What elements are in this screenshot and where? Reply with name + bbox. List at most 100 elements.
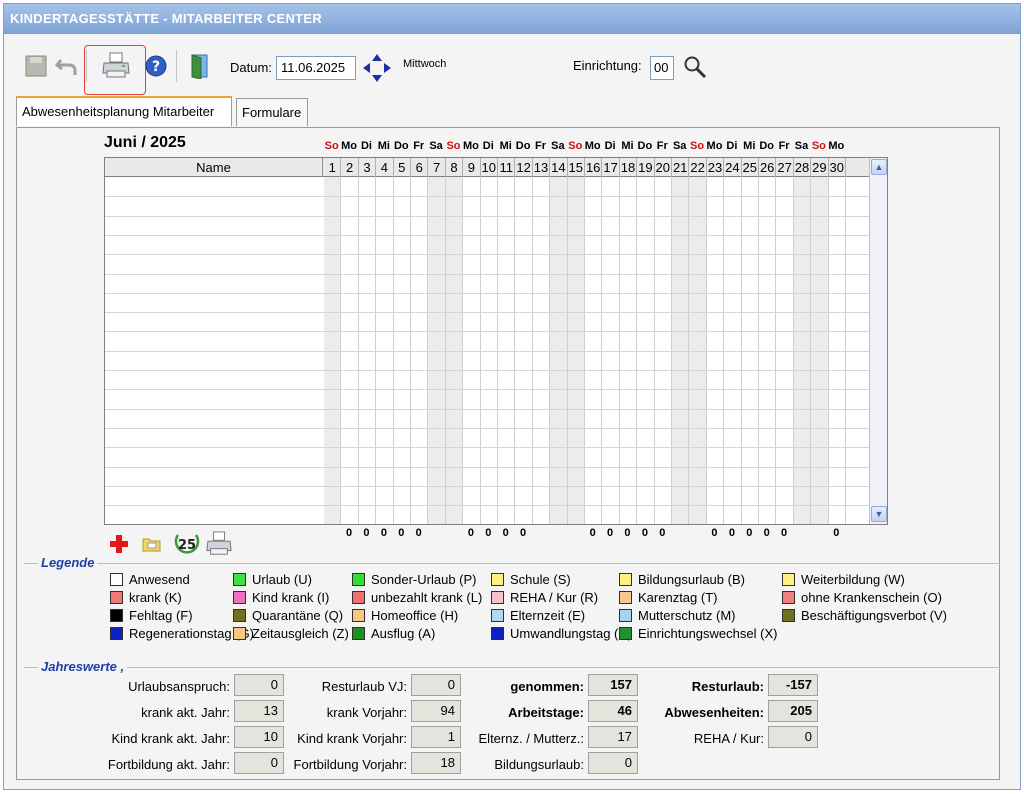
scroll-up-icon[interactable]: ▲ (871, 159, 887, 175)
facility-field[interactable]: 00 (650, 56, 674, 80)
legend-swatch (619, 573, 632, 586)
day-number-header[interactable]: 8 (446, 158, 464, 177)
day-number-header[interactable]: 6 (411, 158, 429, 177)
day-number-header[interactable]: 9 (463, 158, 481, 177)
table-row[interactable] (105, 273, 869, 275)
table-row[interactable] (105, 485, 869, 487)
weekday-label: So (690, 140, 705, 152)
date-field[interactable]: 11.06.2025 (276, 56, 356, 80)
tab-absence-planning[interactable]: Abwesenheitsplanung Mitarbeiter (16, 96, 232, 126)
legend-label: Umwandlungstag (C) (510, 626, 633, 641)
annual-divider (24, 667, 1000, 668)
weekday-label: Di (482, 140, 494, 152)
legend-swatch (352, 591, 365, 604)
print-icon[interactable] (204, 530, 234, 558)
day-number-header[interactable]: 4 (376, 158, 394, 177)
table-row[interactable] (105, 234, 869, 236)
help-icon[interactable]: ? (144, 54, 168, 78)
day-number-header[interactable]: 14 (550, 158, 568, 177)
legend-item: REHA / Kur (R) (491, 590, 598, 605)
vertical-scrollbar[interactable]: ▲ ▼ (869, 158, 887, 524)
table-row[interactable] (105, 505, 869, 507)
scroll-down-icon[interactable]: ▼ (871, 506, 887, 522)
day-number-header[interactable]: 5 (394, 158, 411, 177)
day-number-header[interactable]: 18 (620, 158, 638, 177)
day-number-header[interactable]: 24 (724, 158, 742, 177)
legend-item: ohne Krankenschein (O) (782, 590, 942, 605)
weekday-label: Sa (429, 140, 443, 152)
day-number-header[interactable]: 10 (481, 158, 498, 177)
add-icon[interactable] (107, 532, 131, 556)
day-number-header[interactable]: 29 (811, 158, 829, 177)
print-icon[interactable] (100, 51, 132, 81)
kindkrank-vj-label: Kind krank Vorjahr: (297, 731, 407, 746)
legend-item: Fehltag (F) (110, 608, 193, 623)
legend-item: Zeitausgleich (Z) (233, 626, 349, 641)
absence-grid[interactable]: Name 1 2 3 4 5 6 7 8 9 10 11 12 13 14 15 16 17 18 19 20 21 22… (104, 157, 888, 525)
day-number-header[interactable]: 3 (359, 158, 377, 177)
day-number-header[interactable]: 16 (585, 158, 603, 177)
day-number-header[interactable]: 15 (568, 158, 585, 177)
table-row[interactable] (105, 292, 869, 294)
legend-swatch (110, 591, 123, 604)
table-row[interactable] (105, 312, 869, 314)
table-row[interactable] (105, 254, 869, 256)
day-number-header[interactable]: 2 (341, 158, 359, 177)
table-row[interactable] (105, 196, 869, 198)
table-row[interactable] (105, 427, 869, 429)
legend-swatch (619, 627, 632, 640)
day-total: 0 (520, 527, 527, 539)
legend-label: Schule (S) (510, 572, 571, 587)
day-number-header[interactable]: 7 (428, 158, 446, 177)
bildungsurlaub-value: 0 (588, 752, 638, 774)
legend-swatch (233, 573, 246, 586)
resturlaub-value: -157 (768, 674, 818, 696)
table-row[interactable] (105, 389, 869, 391)
day-number-header[interactable]: 25 (742, 158, 759, 177)
table-row[interactable] (105, 370, 869, 371)
table-row[interactable] (105, 466, 869, 468)
legend-divider (24, 563, 1000, 564)
day-number-header[interactable]: 1 (324, 158, 342, 177)
save-icon[interactable] (24, 54, 48, 78)
table-row[interactable] (105, 447, 869, 449)
undo-icon[interactable] (54, 54, 80, 78)
weekday-label: Mo (341, 140, 358, 152)
name-column-header[interactable]: Name (105, 158, 323, 177)
day-total: 0 (380, 527, 387, 539)
day-total: 0 (415, 527, 422, 539)
day-number-header[interactable]: 27 (776, 158, 794, 177)
tab-forms[interactable]: Formulare (236, 98, 308, 126)
day-number-header[interactable]: 21 (672, 158, 690, 177)
legend-item: Ausflug (A) (352, 626, 435, 641)
table-row[interactable] (105, 215, 869, 217)
day-number-header[interactable]: 11 (498, 158, 516, 177)
date-navigator-icon[interactable] (360, 51, 394, 85)
weekday-label: Mi (499, 140, 512, 152)
day-number-header[interactable]: 20 (655, 158, 672, 177)
day-number-header[interactable]: 19 (637, 158, 655, 177)
weekday-label: Mi (377, 140, 390, 152)
day-total: 0 (485, 527, 492, 539)
weekday-text: Mittwoch (403, 58, 447, 70)
day-number-header[interactable]: 26 (759, 158, 777, 177)
day-number-header[interactable]: 22 (689, 158, 707, 177)
day-number-header[interactable]: 13 (533, 158, 551, 177)
day-number-header[interactable]: 30 (829, 158, 846, 177)
table-row[interactable] (105, 408, 869, 410)
legend-swatch (233, 591, 246, 604)
legend-item: krank (K) (110, 590, 182, 605)
search-icon[interactable] (682, 54, 708, 80)
calendar-25-icon[interactable]: 25 (172, 530, 202, 558)
day-number-header[interactable]: 28 (794, 158, 812, 177)
day-number-header[interactable]: 23 (707, 158, 725, 177)
table-row[interactable] (105, 350, 869, 352)
kindkrank-akt-value: 10 (234, 726, 284, 748)
day-number-header[interactable]: 12 (515, 158, 533, 177)
exit-door-icon[interactable] (188, 52, 212, 80)
day-number-header[interactable]: 17 (602, 158, 620, 177)
table-row[interactable] (105, 331, 869, 333)
table-row[interactable] (105, 524, 869, 525)
weekday-label: Di (604, 140, 616, 152)
open-folder-icon[interactable] (140, 532, 164, 556)
